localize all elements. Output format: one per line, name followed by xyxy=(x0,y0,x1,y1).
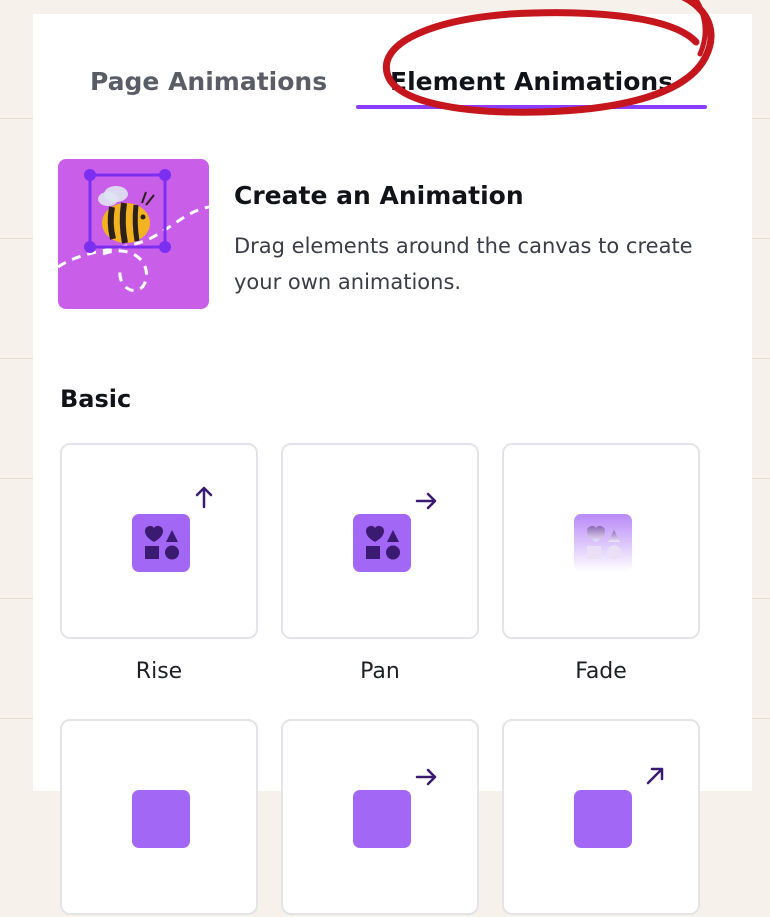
bee-animation-illustration xyxy=(58,169,209,292)
tab-element-animations[interactable]: Element Animations xyxy=(390,66,673,98)
active-tab-indicator xyxy=(356,105,707,109)
shapes-arrow-right-icon xyxy=(353,492,437,572)
animation-tile-fade[interactable] xyxy=(502,443,700,639)
create-animation-title: Create an Animation xyxy=(234,181,524,210)
create-animation-thumbnail[interactable] xyxy=(58,159,209,309)
shapes-icon xyxy=(132,790,190,848)
section-title-basic: Basic xyxy=(60,385,132,413)
create-animation-description: Drag elements around the canvas to creat… xyxy=(234,234,693,294)
animation-label-fade: Fade xyxy=(575,659,627,684)
shapes-arrow-right-icon xyxy=(353,768,437,848)
shapes-arrow-up-right-icon xyxy=(574,767,664,848)
animation-label-rise: Rise xyxy=(135,659,183,684)
animation-tile-rise[interactable] xyxy=(60,443,258,639)
animation-tile-6[interactable] xyxy=(502,719,700,915)
animation-tile-4[interactable] xyxy=(60,719,258,915)
shapes-arrow-up-icon xyxy=(132,486,213,572)
shapes-fade-icon xyxy=(574,514,632,572)
animation-tile-5[interactable] xyxy=(281,719,479,915)
animation-label-pan: Pan xyxy=(360,659,400,684)
animation-tile-pan[interactable] xyxy=(281,443,479,639)
tab-page-animations[interactable]: Page Animations xyxy=(90,66,327,98)
animations-panel: Page Animations Element Animations Creat… xyxy=(33,0,752,915)
